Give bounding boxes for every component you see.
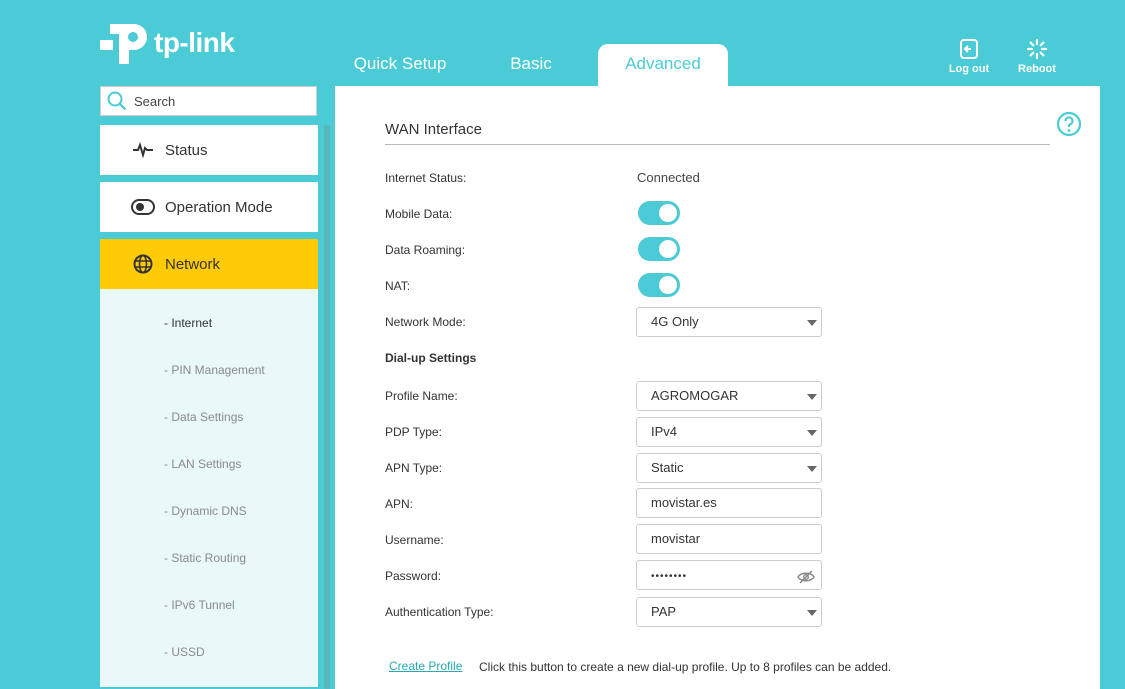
apn-type-label: APN Type: <box>385 461 443 475</box>
reboot-button[interactable]: Reboot <box>1007 38 1067 75</box>
subnav-item-internet[interactable]: - Internet <box>164 316 212 330</box>
username-input[interactable]: movistar <box>636 524 822 554</box>
mobile-data-label: Mobile Data: <box>385 207 453 221</box>
pdp-type-label: PDP Type: <box>385 425 442 439</box>
network-mode-select[interactable]: 4G Only <box>636 307 822 337</box>
eye-off-icon[interactable] <box>797 568 815 596</box>
reboot-icon <box>1026 38 1048 60</box>
network-mode-value: 4G Only <box>651 314 699 329</box>
username-value: movistar <box>651 531 701 546</box>
profile-name-value: AGROMOGAR <box>651 388 739 403</box>
subnav-item-ussd[interactable]: - USSD <box>164 645 205 659</box>
profile-name-label: Profile Name: <box>385 389 458 403</box>
content-panel: WAN Interface Internet Status: Connected… <box>335 86 1100 689</box>
reboot-label: Reboot <box>1018 63 1056 75</box>
tp-link-logo-icon <box>100 18 152 68</box>
subnav-item-data-settings[interactable]: - Data Settings <box>164 410 243 424</box>
password-input[interactable]: •••••••• <box>636 560 822 590</box>
dialup-settings-title: Dial-up Settings <box>385 351 477 365</box>
toggle-icon <box>128 199 158 215</box>
help-button[interactable] <box>1056 111 1082 142</box>
chevron-down-icon <box>807 430 817 436</box>
apn-value: movistar.es <box>651 495 717 510</box>
tab-basic[interactable]: Basic <box>480 44 582 86</box>
profile-name-select[interactable]: AGROMOGAR <box>636 381 822 411</box>
logout-button[interactable]: Log out <box>939 38 999 75</box>
network-mode-label: Network Mode: <box>385 315 466 329</box>
pulse-icon <box>128 142 158 158</box>
sidebar-item-network[interactable]: Network <box>100 239 318 289</box>
data-roaming-label: Data Roaming: <box>385 243 466 257</box>
auth-type-value: PAP <box>651 604 677 619</box>
mobile-data-toggle[interactable] <box>638 201 680 225</box>
wan-interface-title: WAN Interface <box>385 121 482 138</box>
chevron-down-icon <box>807 394 817 400</box>
logout-icon <box>960 39 978 59</box>
password-label: Password: <box>385 569 442 583</box>
sidebar-item-label: Network <box>165 255 221 273</box>
pdp-type-select[interactable]: IPv4 <box>636 417 822 447</box>
nat-label: NAT: <box>385 279 411 293</box>
create-profile-description: Click this button to create a new dial-u… <box>479 660 892 674</box>
sidebar-scrollbar[interactable] <box>324 125 330 689</box>
tab-advanced[interactable]: Advanced <box>598 44 728 86</box>
username-label: Username: <box>385 533 444 547</box>
help-icon <box>1056 111 1082 137</box>
globe-icon <box>128 254 158 274</box>
sidebar-item-status[interactable]: Status <box>100 125 318 175</box>
search-input[interactable] <box>134 93 304 109</box>
subnav-item-pin-management[interactable]: - PIN Management <box>164 363 265 377</box>
auth-type-label: Authentication Type: <box>385 605 494 619</box>
chevron-down-icon <box>807 466 817 472</box>
create-profile-link[interactable]: Create Profile <box>389 659 462 673</box>
apn-type-select[interactable]: Static <box>636 453 822 483</box>
logout-label: Log out <box>948 63 990 75</box>
logo-text: tp-link <box>154 27 235 58</box>
apn-type-value: Static <box>651 460 684 475</box>
subnav-item-static-routing[interactable]: - Static Routing <box>164 551 246 565</box>
tp-link-logo: tp-link <box>100 18 235 68</box>
internet-status-value: Connected <box>637 170 700 185</box>
auth-type-select[interactable]: PAP <box>636 597 822 627</box>
subnav-item-ipv6-tunnel[interactable]: - IPv6 Tunnel <box>164 598 235 612</box>
password-value: •••••••• <box>651 571 688 582</box>
network-subnav: - Internet - PIN Management - Data Setti… <box>100 289 318 687</box>
search-box[interactable] <box>100 86 317 116</box>
pdp-type-value: IPv4 <box>651 424 678 439</box>
apn-label: APN: <box>385 497 414 511</box>
sidebar-item-operation-mode[interactable]: Operation Mode <box>100 182 318 232</box>
sidebar-item-label: Operation Mode <box>165 198 273 216</box>
search-icon <box>107 91 127 111</box>
subnav-item-dynamic-dns[interactable]: - Dynamic DNS <box>164 504 247 518</box>
section-divider <box>385 144 1050 145</box>
internet-status-label: Internet Status: <box>385 171 467 185</box>
tab-quick-setup[interactable]: Quick Setup <box>340 44 460 86</box>
apn-input[interactable]: movistar.es <box>636 488 822 518</box>
nat-toggle[interactable] <box>638 273 680 297</box>
data-roaming-toggle[interactable] <box>638 237 680 261</box>
subnav-item-lan-settings[interactable]: - LAN Settings <box>164 457 241 471</box>
chevron-down-icon <box>807 610 817 616</box>
sidebar-item-label: Status <box>165 141 208 159</box>
chevron-down-icon <box>807 320 817 326</box>
